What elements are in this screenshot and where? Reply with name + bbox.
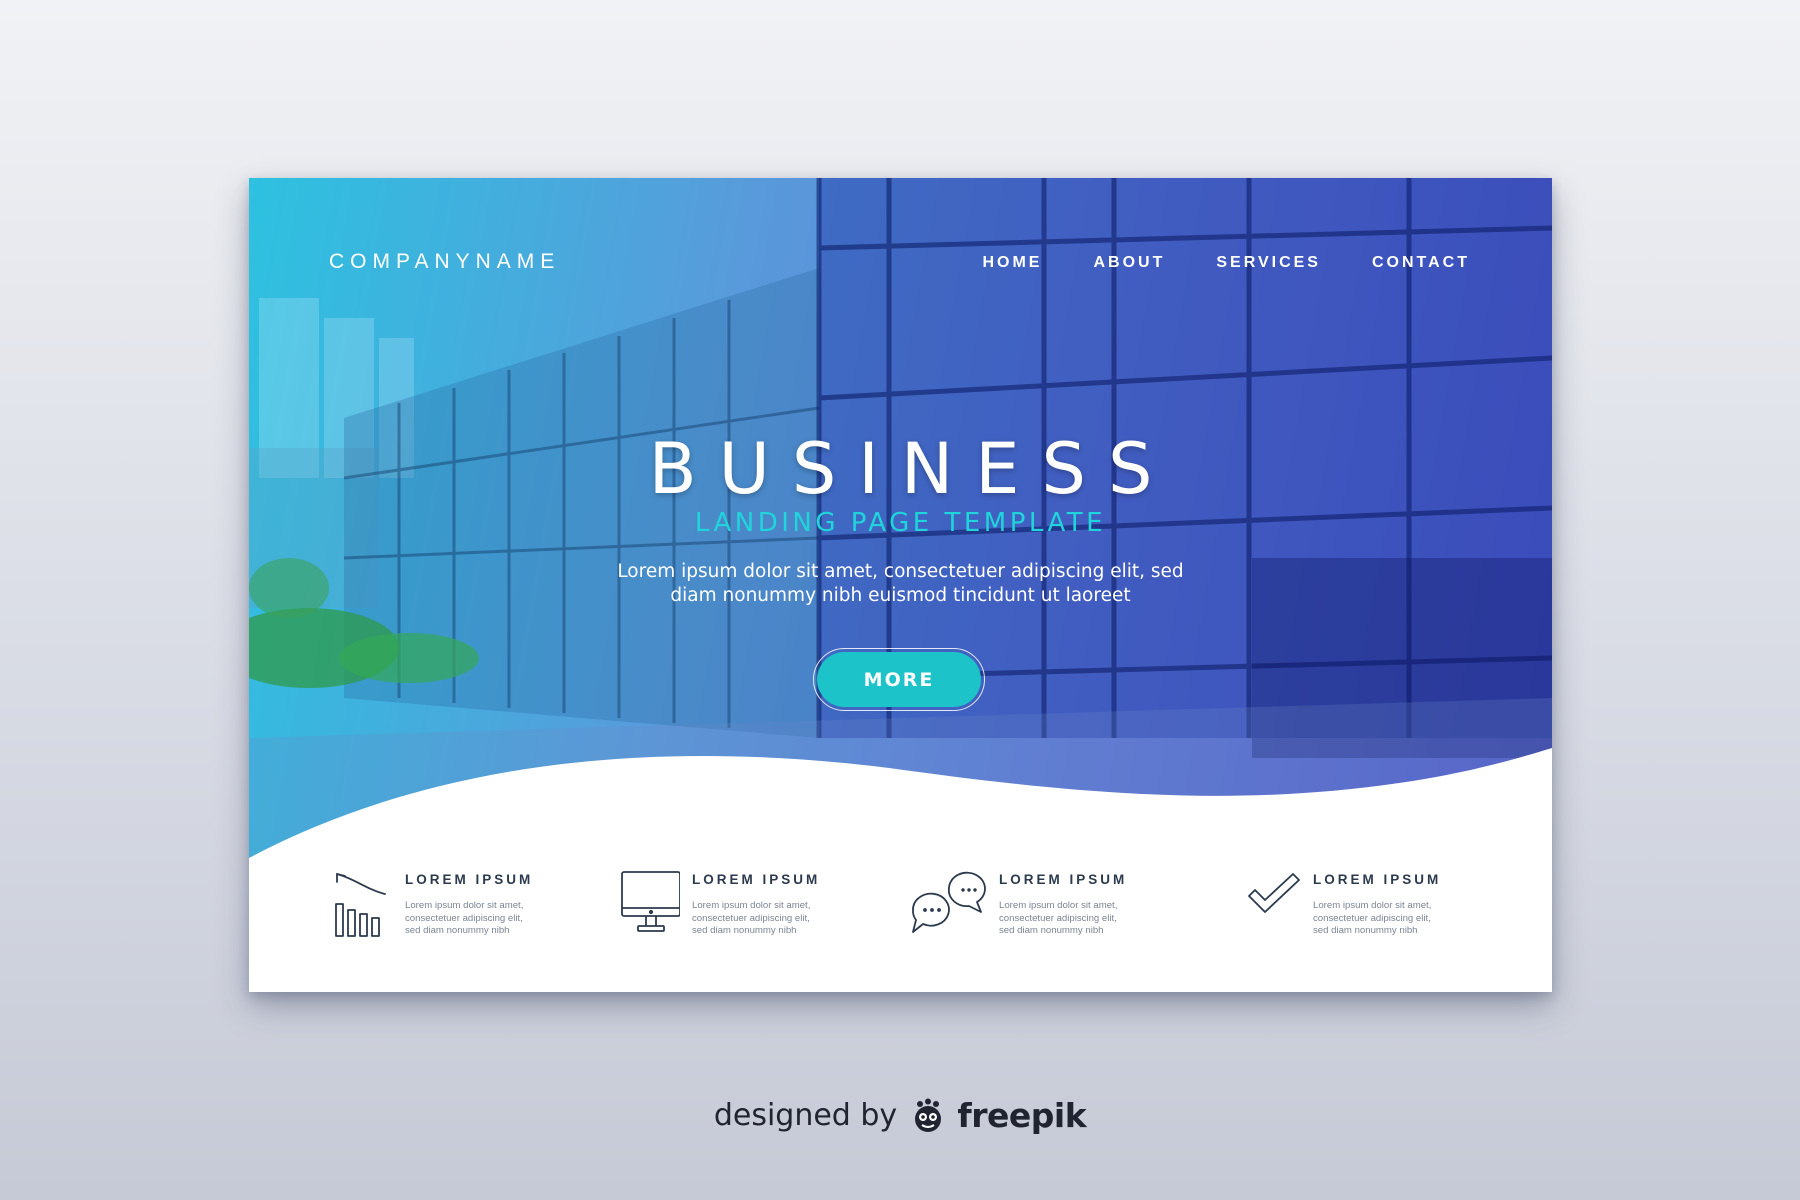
- chat-bubbles-icon: [912, 871, 986, 933]
- hero-section: COMPANYNAME HOME ABOUT SERVICES CONTACT …: [249, 178, 1552, 878]
- hero-description-line-2: diam nonummy nibh euismod tincidunt ut l…: [670, 585, 1131, 606]
- credit-prefix: designed by: [713, 1098, 898, 1133]
- feature-text-line: sed diam nonummy nibh: [692, 925, 797, 936]
- feature-title: LOREM IPSUM: [1313, 872, 1442, 887]
- hero-subheadline: LANDING PAGE TEMPLATE: [694, 508, 1107, 538]
- feature-text-line: Lorem ipsum dolor sit amet,: [1313, 900, 1432, 911]
- wave-divider: [249, 748, 1552, 878]
- feature-text-line: consectetuer adipiscing elit,: [692, 912, 810, 924]
- hero-description-line-1: Lorem ipsum dolor sit amet, consectetuer…: [617, 561, 1184, 582]
- feature-text: Lorem ipsum dolor sit amet, consectetuer…: [692, 900, 842, 938]
- checkmark-icon: [1248, 873, 1300, 913]
- main-nav: HOME ABOUT SERVICES CONTACT: [982, 254, 1470, 272]
- feature-title: LOREM IPSUM: [405, 872, 534, 887]
- feature-text-line: Lorem ipsum dolor sit amet,: [405, 900, 524, 911]
- landing-page-mockup: COMPANYNAME HOME ABOUT SERVICES CONTACT …: [249, 178, 1552, 992]
- feature-text: Lorem ipsum dolor sit amet, consectetuer…: [999, 900, 1149, 938]
- feature-text: Lorem ipsum dolor sit amet, consectetuer…: [405, 900, 555, 938]
- feature-text-line: Lorem ipsum dolor sit amet,: [692, 900, 811, 911]
- feature-title: LOREM IPSUM: [999, 872, 1128, 887]
- more-button[interactable]: MORE: [817, 652, 981, 707]
- freepik-credit: designed by freepik: [0, 1096, 1800, 1135]
- freepik-logo-icon: [915, 1098, 942, 1132]
- company-logo[interactable]: COMPANYNAME: [329, 250, 560, 274]
- feature-text-line: consectetuer adipiscing elit,: [405, 912, 523, 924]
- nav-services[interactable]: SERVICES: [1216, 254, 1321, 272]
- feature-text-line: consectetuer adipiscing elit,: [1313, 912, 1431, 924]
- feature-text: Lorem ipsum dolor sit amet, consectetuer…: [1313, 900, 1463, 938]
- feature-title: LOREM IPSUM: [692, 872, 821, 887]
- monitor-icon: [621, 871, 680, 932]
- feature-text-line: sed diam nonummy nibh: [999, 925, 1104, 936]
- feature-text-line: Lorem ipsum dolor sit amet,: [999, 900, 1118, 911]
- feature-text-line: sed diam nonummy nibh: [1313, 925, 1418, 936]
- hero-description: Lorem ipsum dolor sit amet, consectetuer…: [249, 560, 1552, 608]
- credit-brand[interactable]: freepik: [957, 1096, 1086, 1135]
- nav-about[interactable]: ABOUT: [1093, 254, 1165, 272]
- bar-chart-icon: [335, 873, 386, 937]
- nav-contact[interactable]: CONTACT: [1372, 254, 1470, 272]
- feature-text-line: consectetuer adipiscing elit,: [999, 912, 1117, 924]
- nav-home[interactable]: HOME: [982, 254, 1042, 272]
- hero-headline: BUSINESS: [648, 428, 1175, 510]
- features-section: LOREM IPSUM Lorem ipsum dolor sit amet, …: [249, 868, 1552, 988]
- feature-text-line: sed diam nonummy nibh: [405, 925, 510, 936]
